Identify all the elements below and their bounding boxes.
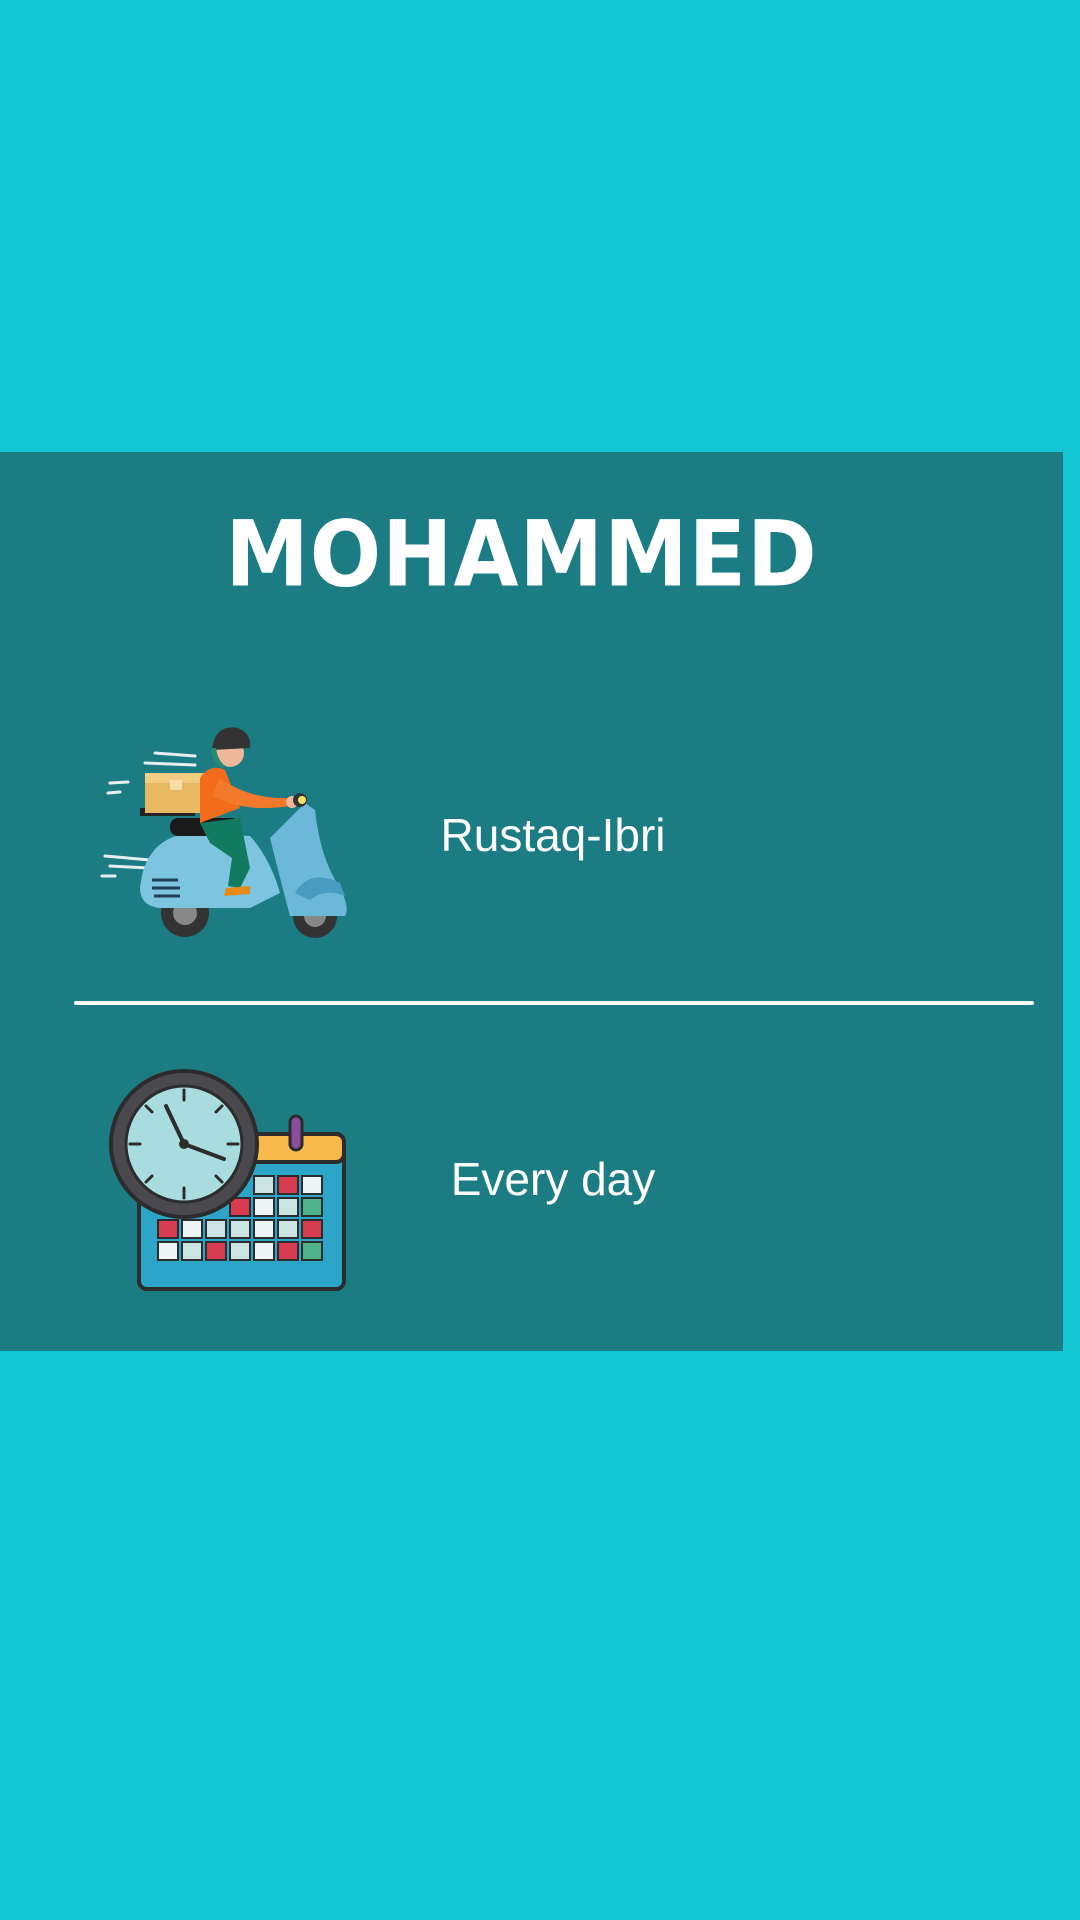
calendar-clock-icon: [109, 1069, 346, 1291]
divider: [74, 1001, 1034, 1005]
delivery-scooter-icon: [100, 727, 347, 938]
schedule-text: Every day: [450, 1153, 656, 1205]
route-text: Rustaq-Ibri: [440, 809, 666, 861]
page: MOHAMMED Rustaq-Ibri Every day: [0, 0, 1080, 1920]
card-title: MOHAMMED: [225, 501, 818, 607]
